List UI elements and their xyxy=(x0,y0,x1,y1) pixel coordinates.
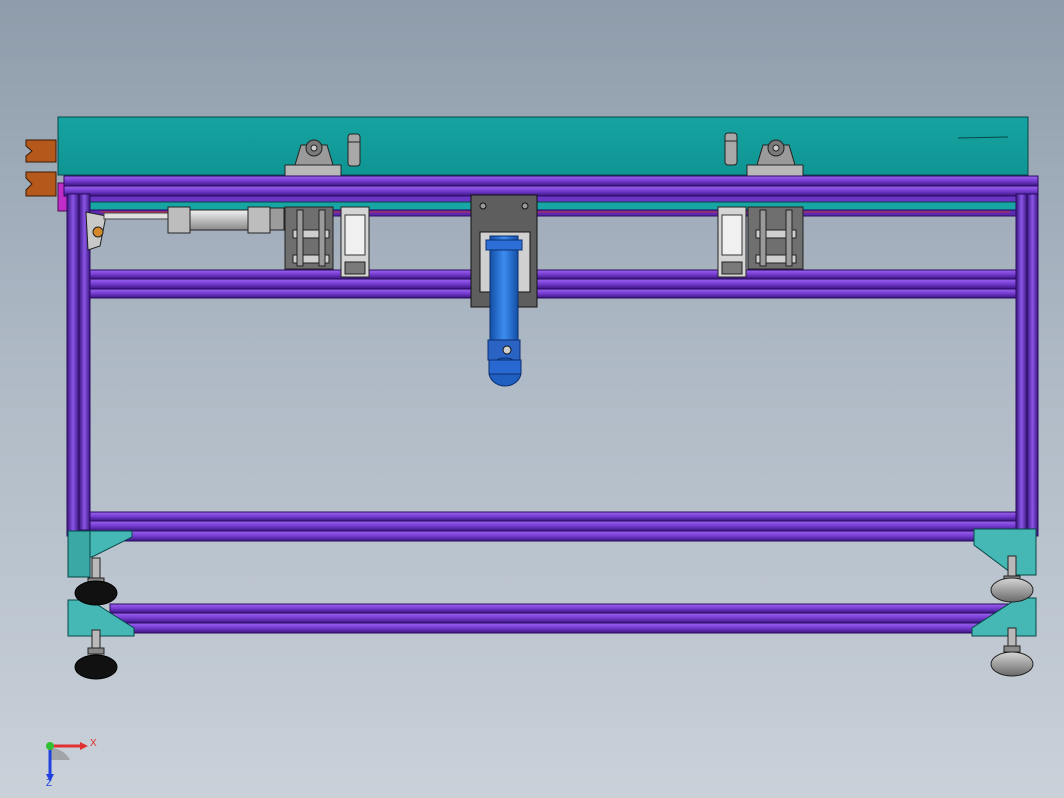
locating-pin-right[interactable] xyxy=(724,132,738,166)
pneumatic-cylinder-left[interactable] xyxy=(85,206,285,251)
locating-pin-left[interactable] xyxy=(347,133,361,167)
end-stop-left[interactable] xyxy=(25,139,57,197)
bottom-rail[interactable] xyxy=(69,603,1035,634)
right-post[interactable] xyxy=(1015,193,1039,537)
left-post[interactable] xyxy=(66,193,91,537)
slide-module-right[interactable] xyxy=(717,206,804,278)
blue-actuator-cylinder[interactable] xyxy=(485,235,523,387)
slide-module-left[interactable] xyxy=(284,206,370,278)
axis-triad: X Z xyxy=(46,738,97,788)
corner-bracket-front-right[interactable] xyxy=(973,528,1037,576)
middle-rail[interactable] xyxy=(87,269,1019,299)
top-plate[interactable] xyxy=(57,116,1029,176)
z-axis-label: Z xyxy=(46,778,52,788)
cad-viewport[interactable]: X Z xyxy=(0,0,1064,798)
lower-rail[interactable] xyxy=(69,511,1035,542)
x-axis-label: X xyxy=(90,738,97,749)
leveling-foot-back-left[interactable] xyxy=(74,629,118,680)
machine-frame-model[interactable] xyxy=(0,0,1064,798)
y-axis-dot xyxy=(46,742,54,750)
